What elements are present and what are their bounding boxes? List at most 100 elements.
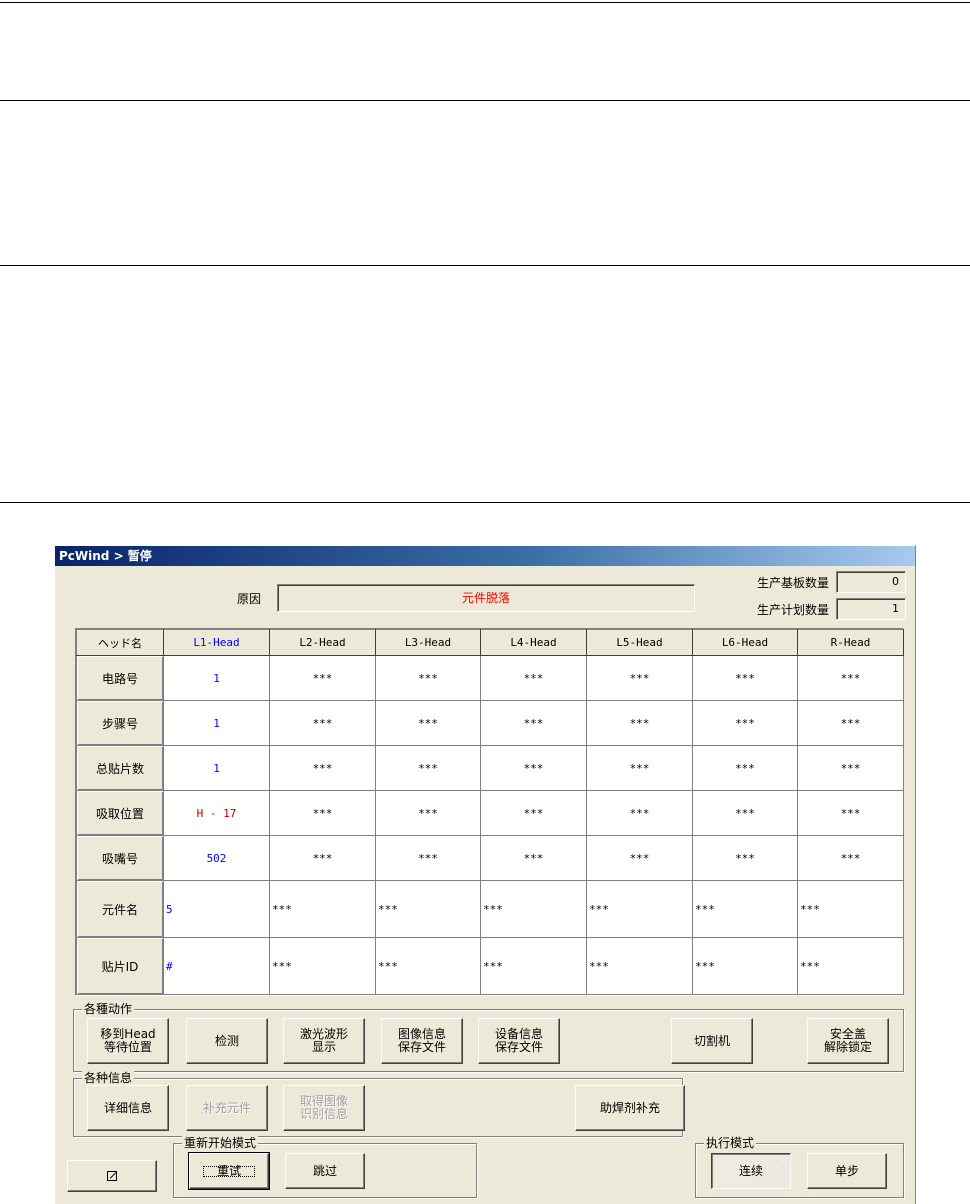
produced-board-count-value: 0 xyxy=(836,571,906,593)
table-cell: 502 xyxy=(163,835,270,881)
table-row-nozzle-no: 吸嘴号 502 *** *** *** *** *** *** xyxy=(76,835,904,881)
table-cell: *** xyxy=(692,937,798,995)
save-device-info-button[interactable]: 设备信息 保存文件 xyxy=(478,1018,560,1064)
column-header-l4-head[interactable]: L4-Head xyxy=(480,629,587,656)
table-row-component-name: 元件名 5 *** *** *** *** *** *** xyxy=(76,880,904,938)
table-cell: *** xyxy=(269,700,376,746)
inspect-button[interactable]: 检测 xyxy=(186,1018,268,1064)
detail-info-button[interactable]: 详细信息 xyxy=(87,1085,169,1131)
table-cell: *** xyxy=(692,655,798,701)
table-cell: *** xyxy=(269,937,376,995)
table-cell: *** xyxy=(269,880,376,938)
laser-waveform-button[interactable]: 激光波形 显示 xyxy=(283,1018,365,1064)
divider-line-4 xyxy=(0,502,970,503)
column-header-l6-head[interactable]: L6-Head xyxy=(692,629,798,656)
column-header-l3-head[interactable]: L3-Head xyxy=(375,629,481,656)
divider-line-2 xyxy=(0,100,970,101)
table-cell: *** xyxy=(480,880,587,938)
table-cell: *** xyxy=(586,655,693,701)
table-cell: *** xyxy=(480,790,587,836)
table-cell: *** xyxy=(692,745,798,791)
row-header: 步骤号 xyxy=(76,700,164,746)
table-cell: *** xyxy=(269,745,376,791)
table-cell: 5 xyxy=(163,880,270,938)
head-status-grid: ヘッド名 L1-Head L2-Head L3-Head L4-Head L5-… xyxy=(75,628,904,996)
grid-corner-header: ヘッド名 xyxy=(76,629,164,656)
table-cell: *** xyxy=(375,790,481,836)
table-cell: # xyxy=(163,937,270,995)
table-cell: H - 17 xyxy=(163,790,270,836)
table-cell: *** xyxy=(586,790,693,836)
table-cell: *** xyxy=(797,937,904,995)
table-cell: *** xyxy=(797,880,904,938)
exec-mode-title: 执行模式 xyxy=(704,1136,757,1150)
continuous-mode-button[interactable]: 连续 xyxy=(711,1153,791,1189)
table-cell: 1 xyxy=(163,745,270,791)
table-cell: *** xyxy=(797,655,904,701)
restart-mode-title: 重新开始模式 xyxy=(182,1136,259,1150)
column-header-l1-head[interactable]: L1-Head xyxy=(163,629,270,656)
cutter-button[interactable]: 切割机 xyxy=(671,1018,753,1064)
table-cell: *** xyxy=(692,700,798,746)
table-cell: *** xyxy=(375,745,481,791)
retry-button[interactable]: 重试 xyxy=(188,1152,270,1190)
row-header: 贴片ID xyxy=(76,937,164,995)
unlock-safety-cover-button[interactable]: 安全盖 解除锁定 xyxy=(807,1018,889,1064)
divider-line-3 xyxy=(0,265,970,266)
table-row-placement-id: 贴片ID # *** *** *** *** *** *** xyxy=(76,937,904,995)
flux-replenish-button[interactable]: 助焊剂补充 xyxy=(575,1085,685,1131)
replenish-component-button[interactable]: 补充元件 xyxy=(186,1085,268,1131)
table-cell: *** xyxy=(586,700,693,746)
planned-count-value: 1 xyxy=(836,598,906,620)
table-cell: *** xyxy=(586,745,693,791)
row-header: 电路号 xyxy=(76,655,164,701)
table-row-pick-position: 吸取位置 H - 17 *** *** *** *** *** *** xyxy=(76,790,904,836)
table-cell: *** xyxy=(375,655,481,701)
table-cell: *** xyxy=(480,745,587,791)
divider-line-1 xyxy=(0,2,970,3)
save-image-info-button[interactable]: 图像信息 保存文件 xyxy=(381,1018,463,1064)
planned-count-label: 生产计划数量 xyxy=(757,603,830,617)
table-cell: *** xyxy=(269,835,376,881)
table-cell: *** xyxy=(269,790,376,836)
table-cell: *** xyxy=(375,937,481,995)
table-cell: *** xyxy=(375,700,481,746)
pause-dialog: PcWind > 暂停 原因 元件脱落 生产基板数量 0 生产计划数量 1 ヘッ… xyxy=(54,545,916,1204)
table-cell: *** xyxy=(480,655,587,701)
produced-board-count-label: 生产基板数量 xyxy=(757,576,830,590)
table-cell: 1 xyxy=(163,700,270,746)
table-cell: 1 xyxy=(163,655,270,701)
table-cell: *** xyxy=(692,880,798,938)
table-row-circuit-no: 电路号 1 *** *** *** *** *** *** xyxy=(76,655,904,701)
row-header: 总贴片数 xyxy=(76,745,164,791)
table-cell: *** xyxy=(480,700,587,746)
reason-value: 元件脱落 xyxy=(277,584,695,612)
table-cell: *** xyxy=(586,937,693,995)
table-row-step-no: 步骤号 1 *** *** *** *** *** *** xyxy=(76,700,904,746)
table-cell: *** xyxy=(586,835,693,881)
table-cell: *** xyxy=(797,790,904,836)
table-cell: *** xyxy=(480,835,587,881)
step-mode-button[interactable]: 单步 xyxy=(807,1153,887,1189)
window-titlebar[interactable]: PcWind > 暂停 xyxy=(55,546,915,566)
column-header-r-head[interactable]: R-Head xyxy=(797,629,904,656)
resize-icon xyxy=(107,1171,117,1181)
reason-label: 原因 xyxy=(237,592,262,606)
move-head-wait-position-button[interactable]: 移到Head 等待位置 xyxy=(87,1018,169,1064)
row-header: 元件名 xyxy=(76,880,164,938)
skip-button[interactable]: 跳过 xyxy=(285,1153,365,1189)
table-cell: *** xyxy=(797,700,904,746)
table-cell: *** xyxy=(797,745,904,791)
column-header-l5-head[interactable]: L5-Head xyxy=(586,629,693,656)
row-header: 吸取位置 xyxy=(76,790,164,836)
resize-button[interactable] xyxy=(67,1160,157,1192)
row-header: 吸嘴号 xyxy=(76,835,164,881)
column-header-l2-head[interactable]: L2-Head xyxy=(269,629,376,656)
table-cell: *** xyxy=(692,835,798,881)
table-cell: *** xyxy=(375,835,481,881)
info-group-title: 各种信息 xyxy=(82,1071,135,1085)
table-cell: *** xyxy=(586,880,693,938)
table-cell: *** xyxy=(375,880,481,938)
get-image-recognition-button[interactable]: 取得图像 识别信息 xyxy=(283,1085,365,1131)
table-cell: *** xyxy=(692,790,798,836)
